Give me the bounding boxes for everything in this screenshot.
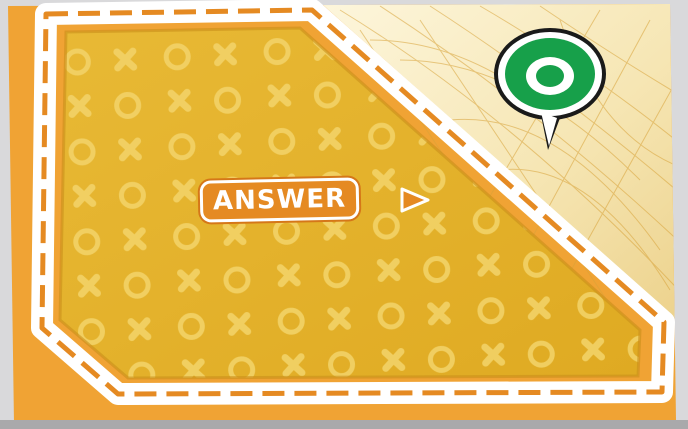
- answer-label: ANSWER: [202, 180, 357, 220]
- play-arrow-icon: [400, 187, 430, 213]
